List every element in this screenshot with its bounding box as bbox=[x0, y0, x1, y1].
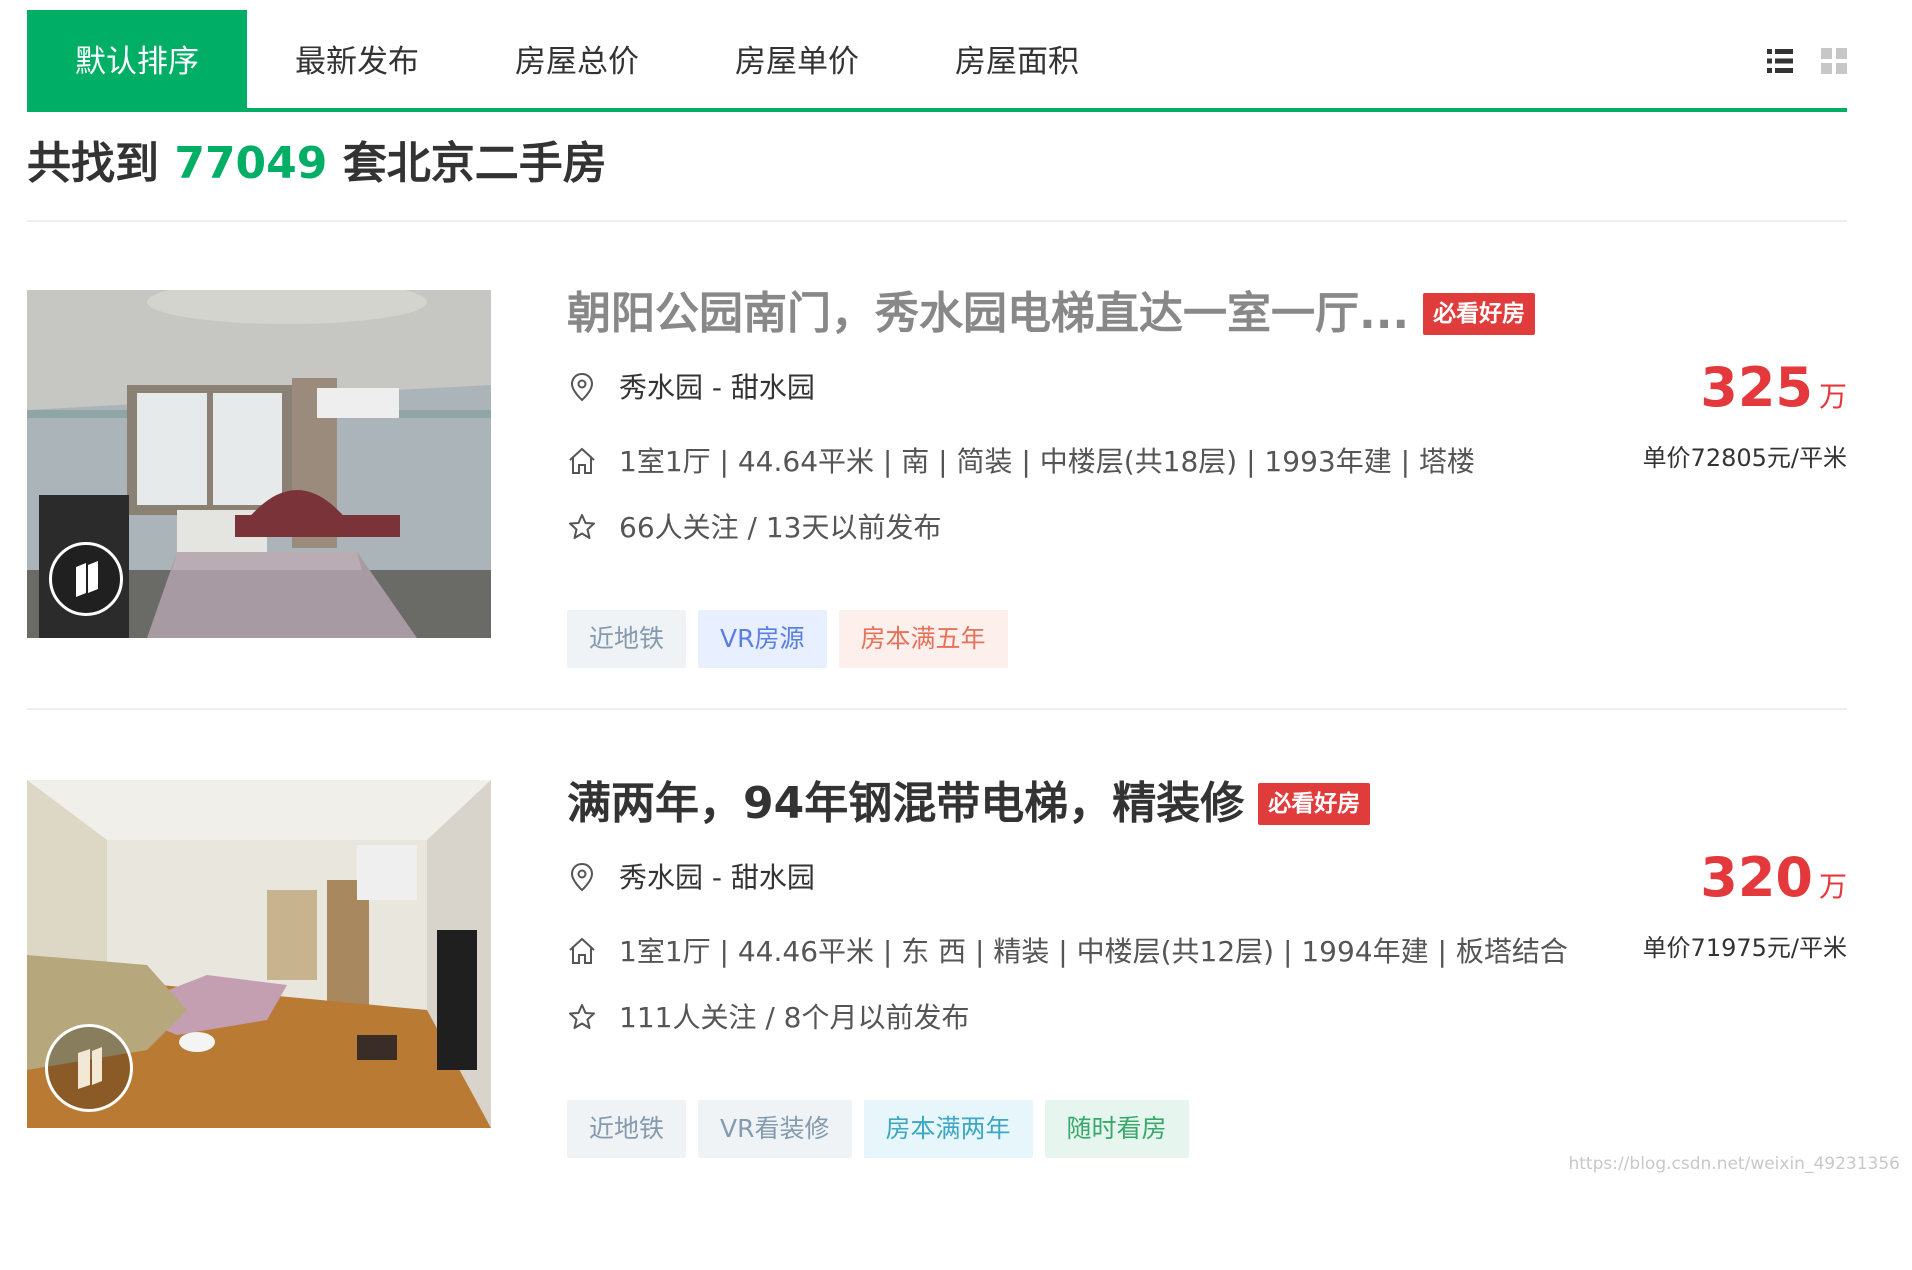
listing-photo[interactable] bbox=[27, 780, 491, 1128]
must-see-badge: 必看好房 bbox=[1423, 293, 1536, 335]
listing-photo[interactable] bbox=[27, 290, 491, 638]
house-icon bbox=[569, 447, 595, 474]
house-list-page: 默认排序 最新发布 房屋总价 房屋单价 房屋面积 共找到 77049 套北京二手… bbox=[27, 0, 1847, 1158]
title-row: 满两年，94年钢混带电梯，精装修 必看好房 bbox=[567, 780, 1371, 828]
total-price: 320 bbox=[1700, 846, 1813, 909]
price-block: 320 万 单价71975元/平米 bbox=[1643, 850, 1847, 963]
listing-divider bbox=[27, 708, 1847, 710]
tag-near-subway: 近地铁 bbox=[567, 1100, 687, 1158]
title-row: 朝阳公园南门，秀水园电梯直达一室一厅... 必看好房 bbox=[567, 290, 1536, 338]
house-info: 1室1厅 | 44.64平米 | 南 | 简装 | 中楼层(共18层) | 19… bbox=[619, 445, 1475, 478]
list-view-icon[interactable] bbox=[1767, 48, 1793, 74]
listing-title[interactable]: 朝阳公园南门，秀水园电梯直达一室一厅... bbox=[567, 290, 1409, 338]
tag-near-subway: 近地铁 bbox=[567, 610, 687, 668]
tab-default-sort[interactable]: 默认排序 bbox=[27, 10, 247, 108]
star-icon bbox=[569, 514, 595, 539]
tag-two-years: 房本满两年 bbox=[863, 1100, 1033, 1158]
price-unit: 万 bbox=[1818, 380, 1847, 413]
listing-item: 朝阳公园南门，秀水园电梯直达一室一厅... 必看好房 秀水园 - 甜水园 1室1厅… bbox=[27, 290, 1847, 780]
tag-vr-decoration: VR看装修 bbox=[698, 1100, 852, 1158]
follow-info: 66人关注 / 13天以前发布 bbox=[619, 511, 942, 544]
grid-view-icon[interactable] bbox=[1821, 48, 1847, 74]
location-pin-icon bbox=[570, 862, 594, 892]
result-summary: 共找到 77049 套北京二手房 bbox=[27, 108, 1847, 222]
tab-total-price[interactable]: 房屋总价 bbox=[467, 10, 687, 108]
tag-view-anytime: 随时看房 bbox=[1044, 1100, 1189, 1158]
tag-list: 近地铁 VR房源 房本满五年 bbox=[567, 610, 1020, 668]
location-link[interactable]: 秀水园 - 甜水园 bbox=[619, 860, 815, 896]
house-info: 1室1厅 | 44.46平米 | 东 西 | 精装 | 中楼层(共12层) | … bbox=[619, 935, 1568, 968]
price-block: 325 万 单价72805元/平米 bbox=[1643, 360, 1847, 473]
watermark-text: https://blog.csdn.net/weixin_49231356 bbox=[1568, 1154, 1900, 1174]
tag-vr-listing: VR房源 bbox=[698, 610, 827, 668]
follow-info: 111人关注 / 8个月以前发布 bbox=[619, 1001, 970, 1034]
tag-five-years: 房本满五年 bbox=[838, 610, 1008, 668]
price-unit: 万 bbox=[1818, 870, 1847, 903]
tag-list: 近地铁 VR看装修 房本满两年 随时看房 bbox=[567, 1100, 1201, 1158]
result-count: 77049 bbox=[174, 138, 328, 189]
vr-icon[interactable] bbox=[45, 1024, 133, 1112]
sort-bar: 默认排序 最新发布 房屋总价 房屋单价 房屋面积 bbox=[27, 0, 1847, 112]
tab-unit-price[interactable]: 房屋单价 bbox=[687, 10, 907, 108]
house-icon bbox=[569, 937, 595, 964]
summary-suffix: 套北京二手房 bbox=[342, 138, 607, 189]
listing-item: 满两年，94年钢混带电梯，精装修 必看好房 秀水园 - 甜水园 1室1厅 | 44… bbox=[27, 780, 1847, 1270]
must-see-badge: 必看好房 bbox=[1258, 783, 1371, 825]
tab-area[interactable]: 房屋面积 bbox=[907, 10, 1127, 108]
location-link[interactable]: 秀水园 - 甜水园 bbox=[619, 370, 815, 406]
unit-price: 单价71975元/平米 bbox=[1642, 934, 1847, 962]
unit-price: 单价72805元/平米 bbox=[1642, 444, 1847, 472]
tab-latest[interactable]: 最新发布 bbox=[247, 10, 467, 108]
location-pin-icon bbox=[570, 372, 594, 402]
listing-title[interactable]: 满两年，94年钢混带电梯，精装修 bbox=[567, 780, 1244, 828]
total-price: 325 bbox=[1700, 356, 1813, 419]
vr-icon[interactable] bbox=[49, 542, 123, 616]
summary-prefix: 共找到 bbox=[27, 138, 159, 189]
star-icon bbox=[569, 1004, 595, 1029]
